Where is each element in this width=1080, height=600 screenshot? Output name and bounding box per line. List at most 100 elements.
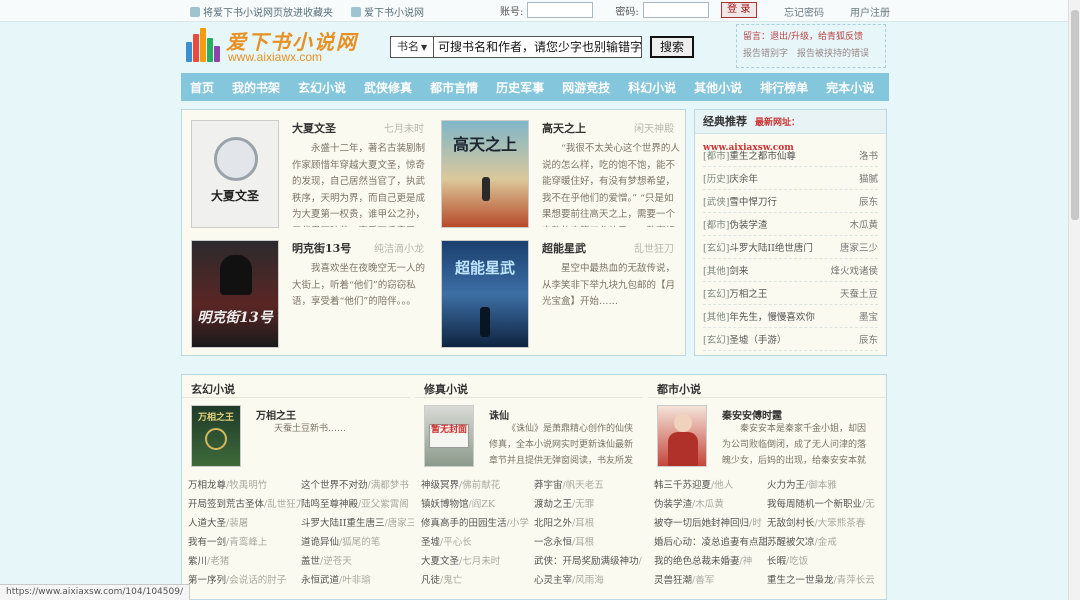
list-item[interactable]: 武侠：开局奖励满级神功/ xyxy=(534,553,647,572)
list-item[interactable]: 大夏文圣/七月未时 xyxy=(421,553,534,572)
nav-wangyou[interactable]: 网游竞技 xyxy=(562,79,610,96)
list-item[interactable]: 紫川/老猪 xyxy=(188,553,301,572)
nav-kehuan[interactable]: 科幻小说 xyxy=(628,79,676,96)
classic-item[interactable]: [历史]庆余年 猫腻 xyxy=(703,167,878,190)
section-heading[interactable]: 玄幻小说 xyxy=(191,381,235,397)
nav-home[interactable]: 首页 xyxy=(190,79,214,96)
register-link[interactable]: 用户注册 xyxy=(850,4,890,19)
book-cover[interactable]: 高天之上 xyxy=(441,120,529,228)
book-title[interactable]: 明克街13号 xyxy=(292,240,351,256)
list-item[interactable]: 婚后心动：凌总追妻有点甜/ xyxy=(654,534,767,553)
logo-url: www.aixiawx.com xyxy=(228,50,323,64)
search-input[interactable]: 可搜书名和作者，请您少字也别输错字。 xyxy=(434,36,642,58)
list-item[interactable]: 万相龙尊/牧禹明竹 xyxy=(188,477,301,496)
section-cover[interactable] xyxy=(657,405,707,467)
list-item[interactable]: 渡劫之王/无罪 xyxy=(534,496,647,515)
section-dushi: 都市小说 秦安安傅时霆 秦安安本是秦家千金小姐，却因为公司败临倒闭，成了无人问津… xyxy=(648,375,886,599)
nav-xuanhuan[interactable]: 玄幻小说 xyxy=(298,79,346,96)
nav-rank[interactable]: 排行榜单 xyxy=(760,79,808,96)
list-item[interactable]: 道诡异仙/狐尾的笔 xyxy=(301,534,414,553)
list-item[interactable]: 我每周随机一个新职业/无 xyxy=(767,496,880,515)
site-link[interactable]: 爱下书小说网 xyxy=(351,4,424,19)
scrollbar-thumb[interactable] xyxy=(1071,10,1079,220)
emblem-icon xyxy=(205,428,227,450)
book-cover[interactable]: 明克街13号 xyxy=(191,240,279,348)
list-item[interactable]: 凡徒/鬼亡 xyxy=(421,572,534,591)
list-item[interactable]: 斗罗大陆II重生唐三/唐家三少 xyxy=(301,515,414,534)
section-cover[interactable]: 万相之王 xyxy=(191,405,241,467)
list-item[interactable]: 陆鸣至尊神殿/亚父紫霄阁 xyxy=(301,496,414,515)
book-cover[interactable]: 大夏文圣 xyxy=(191,120,279,228)
section-top-title[interactable]: 诛仙 xyxy=(489,407,509,422)
list-item[interactable]: 盖世/逆苍天 xyxy=(301,553,414,572)
list-item[interactable]: 火力为王/御本雅 xyxy=(767,477,880,496)
nav-lishi[interactable]: 历史军事 xyxy=(496,79,544,96)
list-item[interactable]: 我的绝色总裁未婚妻/神 xyxy=(654,553,767,572)
list-item[interactable]: 韩三千苏迎夏/他人 xyxy=(654,477,767,496)
list-item[interactable]: 长暇/吃饭 xyxy=(767,553,880,572)
list-item[interactable]: 镇妖博物馆/阎ZK xyxy=(421,496,534,515)
list-item[interactable]: 苏醒被欠凉/金戒 xyxy=(767,534,880,553)
classic-item[interactable]: [其他]年先生，慢慢喜欢你 墨宝 xyxy=(703,305,878,328)
list-row: 开局签到荒古圣体/乱世狂刀陆鸣至尊神殿/亚父紫霄阁 xyxy=(188,496,414,515)
list-item[interactable]: 一念永恒/耳根 xyxy=(534,534,647,553)
login-form: 账号: 密码: 登 录 xyxy=(500,2,757,18)
classic-item[interactable]: [武侠]雪中悍刀行 辰东 xyxy=(703,190,878,213)
book-title[interactable]: 大夏文圣 xyxy=(292,120,336,136)
list-item[interactable]: 北阳之外/耳根 xyxy=(534,515,647,534)
list-item[interactable]: 重生之一世枭龙/青萍长云 xyxy=(767,572,880,591)
password-input[interactable] xyxy=(642,2,709,18)
notice-line-2[interactable]: 报告错别字 报告被挟持的错误 xyxy=(743,46,879,63)
section-cover[interactable]: 暂无封面 xyxy=(424,405,474,467)
list-item[interactable]: 被夺一切后她封神回归/时 xyxy=(654,515,767,534)
classic-item[interactable]: [都市]重生之都市仙尊 洛书 xyxy=(703,144,878,167)
list-item[interactable]: 开局签到荒古圣体/乱世狂刀 xyxy=(188,496,301,515)
book-author: 七月未时 xyxy=(384,124,424,135)
book-title[interactable]: 高天之上 xyxy=(542,120,586,136)
bookmark-link[interactable]: 将爱下书小说网页放进收藏夹 xyxy=(190,4,333,19)
list-item[interactable]: 神级冥界/佛前献花 xyxy=(421,477,534,496)
classic-item[interactable]: [玄幻]圣墟（手游） 辰东 xyxy=(703,328,878,351)
classic-item[interactable]: [玄幻]万相之王 天蚕土豆 xyxy=(703,282,878,305)
site-logo[interactable]: 爱下书小说网 www.aixiawx.com xyxy=(186,26,366,66)
forgot-password-link[interactable]: 忘记密码 xyxy=(784,4,824,19)
list-item[interactable]: 第一序列/会说话的肘子 xyxy=(188,572,301,591)
book-title[interactable]: 超能星武 xyxy=(542,240,586,256)
list-item[interactable]: 心灵主宰/风雨海 xyxy=(534,572,647,591)
account-input[interactable] xyxy=(527,2,594,18)
section-xuanhuan: 玄幻小说 万相之王 万相之王 天蚕土豆新书…… 万相龙尊/牧禹明竹 这个世界不对劲… xyxy=(182,375,414,599)
book-cover[interactable]: 超能星武 xyxy=(441,240,529,348)
top-bar: 将爱下书小说网页放进收藏夹 爱下书小说网 账号: 密码: 登 录 忘记密码 用户… xyxy=(0,0,1068,22)
list-item[interactable]: 这个世界不对劲/满都梦书 xyxy=(301,477,414,496)
notice-line-1[interactable]: 留言：退出/升级，给青狐反馈 xyxy=(743,29,879,46)
nav-wuxia[interactable]: 武侠修真 xyxy=(364,79,412,96)
list-item[interactable]: 我有一剑/青鸾峰上 xyxy=(188,534,301,553)
nav-bookshelf[interactable]: 我的书架 xyxy=(232,79,280,96)
section-top-title[interactable]: 秦安安傅时霆 xyxy=(722,407,782,422)
section-heading[interactable]: 修真小说 xyxy=(424,381,468,397)
section-top-title[interactable]: 万相之王 xyxy=(256,407,296,422)
search-button[interactable]: 搜索 xyxy=(650,36,694,58)
featured-book: 高天之上 高天之上 闲天神殿 “我很不太关心这个世界的人说的怎么样，吃的饱不饱，… xyxy=(432,110,680,230)
list-item[interactable]: 人道大圣/裴屠 xyxy=(188,515,301,534)
search-type-select[interactable]: 书名 ▼ xyxy=(390,36,434,58)
nav-dushi[interactable]: 都市言情 xyxy=(430,79,478,96)
nav-finished[interactable]: 完本小说 xyxy=(826,79,874,96)
classic-item[interactable]: [其他]剑来 烽火戏诸侯 xyxy=(703,259,878,282)
list-item[interactable]: 无敌剑村长/大笨熊茶春 xyxy=(767,515,880,534)
classic-item[interactable]: [都市]伪装学渣 木瓜黄 xyxy=(703,213,878,236)
list-item[interactable]: 修真高手的田园生活/小学 xyxy=(421,515,534,534)
list-item[interactable]: 伪装学渣/木瓜黄 xyxy=(654,496,767,515)
book-description: 永盛十二年，著名古装剧制作家顾惜年穿越大夏文圣，惊奇的发现，自己居然当官了，执武… xyxy=(292,143,426,227)
list-item[interactable]: 灵兽狂潮/善军 xyxy=(654,572,767,591)
list-item[interactable]: 永恒武道/叶非瑜 xyxy=(301,572,414,591)
list-item[interactable]: 莽宇宙/帆天老五 xyxy=(534,477,647,496)
login-button[interactable]: 登 录 xyxy=(720,2,757,18)
list-item[interactable]: 圣墟/平心长 xyxy=(421,534,534,553)
classic-item[interactable]: [玄幻]斗罗大陆II绝世唐门 唐家三少 xyxy=(703,236,878,259)
nav-qita[interactable]: 其他小说 xyxy=(694,79,742,96)
section-heading[interactable]: 都市小说 xyxy=(657,381,701,397)
featured-books: 大夏文圣 大夏文圣 七月未时 永盛十二年，著名古装剧制作家顾惜年穿越大夏文圣，惊… xyxy=(181,109,686,356)
page-scrollbar[interactable] xyxy=(1068,0,1080,600)
account-links: 忘记密码 用户注册 xyxy=(784,4,890,19)
